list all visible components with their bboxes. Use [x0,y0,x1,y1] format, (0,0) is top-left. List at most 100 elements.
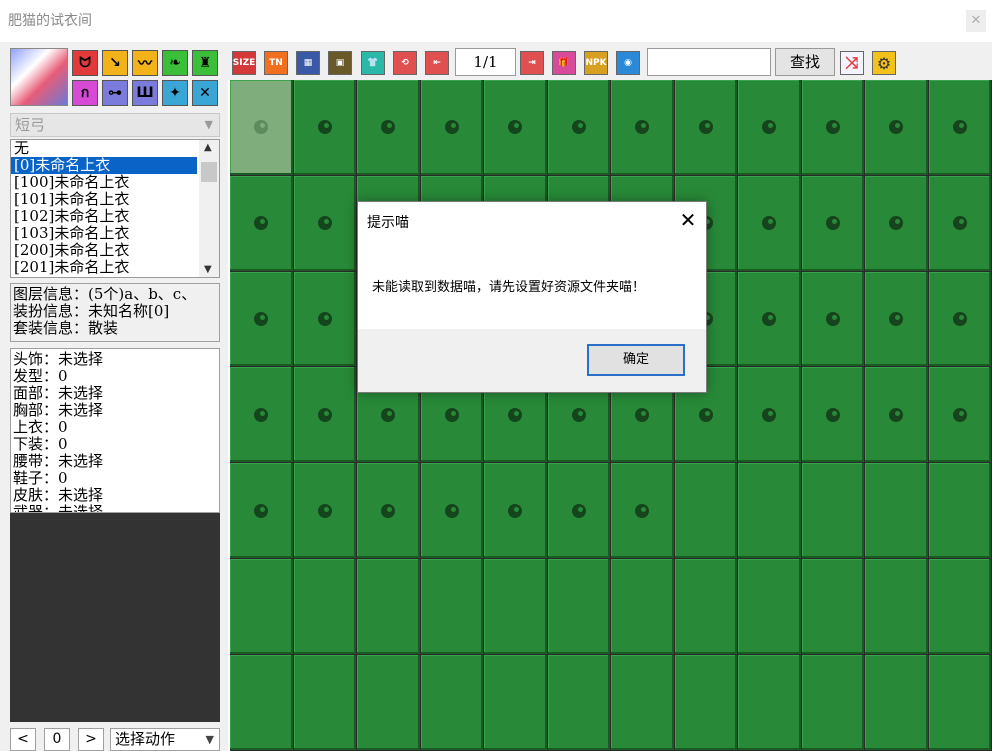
grid-cell[interactable] [420,463,483,558]
find-button[interactable]: 查找 [775,48,835,76]
grid-cell[interactable] [484,654,547,750]
grid-cell[interactable] [547,80,610,175]
npk-icon[interactable]: NPK [584,51,608,75]
grid-cell[interactable] [420,80,483,175]
hair-icon[interactable]: ↘ [102,50,128,76]
grid-cell[interactable] [674,559,737,654]
weapon-icon[interactable]: ✕ [192,80,218,106]
grid-cell[interactable] [928,175,991,271]
prev-frame-button[interactable]: < [10,728,36,751]
grid-cell[interactable] [801,271,864,367]
frame-number[interactable]: 0 [44,728,70,751]
search-input[interactable] [647,48,771,76]
list-item[interactable]: [102]未命名上衣 [11,208,197,225]
category-select[interactable]: 短弓 ▼ [10,113,220,137]
scroll-down-icon[interactable]: ▼ [204,264,212,275]
grid-cell[interactable] [865,463,928,558]
item-list[interactable]: 无 [0]未命名上衣 [100]未命名上衣 [101]未命名上衣 [102]未命名上衣[… [10,139,220,278]
chest-icon[interactable]: ♜ [192,50,218,76]
grid-cell[interactable] [801,367,864,463]
grid-cell[interactable] [230,559,293,654]
grid-cell[interactable] [357,463,420,558]
grid-cell[interactable] [357,559,420,654]
grid-cell[interactable] [230,175,293,271]
grid-cell[interactable] [738,271,801,367]
grid-cell[interactable] [674,654,737,750]
dialog-ok-button[interactable]: 确定 [587,344,685,376]
grid-cell[interactable] [293,271,356,367]
grid-cell[interactable] [547,559,610,654]
grid-cell[interactable] [484,559,547,654]
grid-cell[interactable] [293,654,356,750]
grid-cell[interactable] [547,463,610,558]
grid-cell[interactable] [801,80,864,175]
window-close-button[interactable]: ✕ [966,10,986,32]
grid-cell[interactable] [674,463,737,558]
action-select[interactable]: 选择动作 ▼ [110,728,220,751]
grid-cell[interactable] [865,271,928,367]
grid-cell[interactable] [547,654,610,750]
shirt-icon[interactable]: 👕 [361,51,385,75]
grid-cell[interactable] [738,367,801,463]
grid-cell[interactable] [611,80,674,175]
grid-cell[interactable] [801,463,864,558]
grid-cell[interactable] [357,654,420,750]
globe-icon[interactable]: ◉ [616,51,640,75]
grid-cell[interactable] [293,175,356,271]
dialog-close-button[interactable]: ✕ [674,206,702,234]
shoes-icon[interactable]: Ш [132,80,158,106]
wings-icon[interactable]: ❧ [162,50,188,76]
cloak-icon[interactable]: ✦ [162,80,188,106]
size-icon[interactable]: SIZE [232,51,256,75]
list-item[interactable]: [103]未命名上衣 [11,225,197,242]
list-item[interactable]: [100]未命名上衣 [11,174,197,191]
next-frame-button[interactable]: > [78,728,104,751]
grid-cell[interactable] [357,80,420,175]
grid-cell[interactable] [738,559,801,654]
grid-cell[interactable] [293,463,356,558]
grid-cell[interactable] [928,654,991,750]
grid-cell[interactable] [230,463,293,558]
grid-cell[interactable] [420,654,483,750]
grid-cell[interactable] [865,80,928,175]
scroll-thumb[interactable] [201,162,217,182]
list-item[interactable]: [101]未命名上衣 [11,191,197,208]
export-icon[interactable]: ⇥ [520,51,544,75]
import-icon[interactable]: ⇤ [425,51,449,75]
frame-icon[interactable]: ▣ [328,51,352,75]
grid-cell[interactable] [484,463,547,558]
grid-cell[interactable] [230,654,293,750]
grid-cell[interactable] [928,367,991,463]
grid-cell[interactable] [293,559,356,654]
grid-cell[interactable] [928,80,991,175]
grid-cell[interactable] [230,367,293,463]
grid-view-icon[interactable]: ▦ [296,51,320,75]
character-avatar[interactable] [10,48,68,106]
list-item[interactable]: 无 [11,140,197,157]
grid-cell[interactable] [738,175,801,271]
gift-icon[interactable]: 🎁 [552,51,576,75]
grid-cell[interactable] [230,80,293,175]
grid-cell[interactable] [738,80,801,175]
grid-cell[interactable] [611,654,674,750]
grid-cell[interactable] [865,559,928,654]
grid-cell[interactable] [801,559,864,654]
shuffle-icon[interactable]: ⤨ [840,51,864,75]
character-preview[interactable] [10,513,220,722]
grid-cell[interactable] [928,559,991,654]
grid-cell[interactable] [230,271,293,367]
grid-cell[interactable] [928,271,991,367]
helmet-icon[interactable]: ᗢ [72,50,98,76]
grid-cell[interactable] [293,367,356,463]
grid-cell[interactable] [865,654,928,750]
item-list-scrollbar[interactable]: ▲ ▼ [199,140,219,277]
belt-icon[interactable]: ⊶ [102,80,128,106]
grid-cell[interactable] [865,175,928,271]
scroll-up-icon[interactable]: ▲ [204,142,212,153]
refresh-icon[interactable]: ⟲ [393,51,417,75]
grid-cell[interactable] [801,175,864,271]
grid-cell[interactable] [738,654,801,750]
grid-cell[interactable] [484,80,547,175]
pants-icon[interactable]: ก [72,80,98,106]
grid-cell[interactable] [611,463,674,558]
